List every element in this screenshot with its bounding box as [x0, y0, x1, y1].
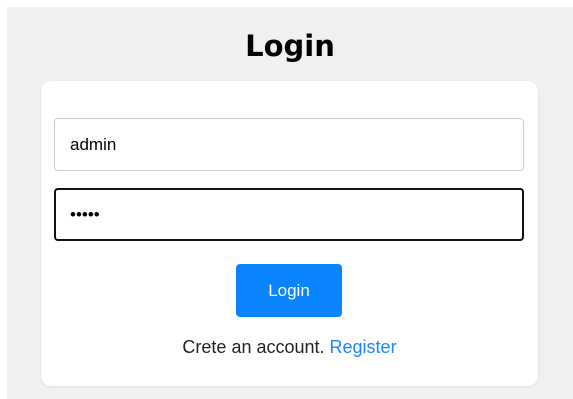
- page-title: Login: [245, 29, 335, 63]
- login-button[interactable]: Login: [236, 264, 342, 317]
- password-input[interactable]: [54, 188, 524, 241]
- register-link[interactable]: Register: [330, 337, 397, 357]
- login-card: Login Crete an account. Register: [41, 81, 538, 386]
- page-background: Login Login Crete an account. Register: [7, 7, 573, 399]
- register-prompt: Crete an account. Register: [41, 334, 538, 360]
- username-input[interactable]: [54, 118, 524, 171]
- register-prompt-text: Crete an account.: [182, 337, 325, 357]
